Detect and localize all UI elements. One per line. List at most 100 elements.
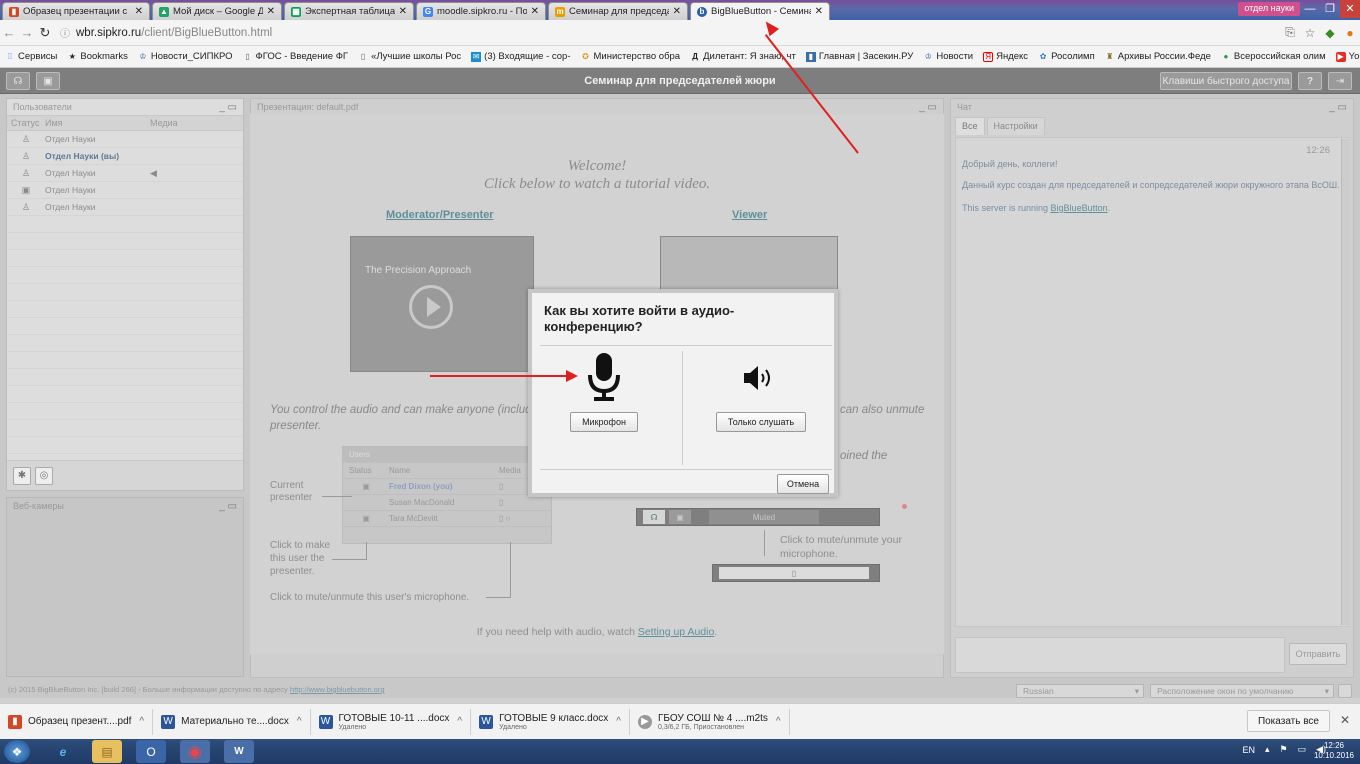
close-icon[interactable]: ✕ (815, 6, 823, 17)
bookmark-0[interactable]: ⁞⁞ Сервисы (0, 51, 62, 62)
close-icon[interactable]: ✕ (267, 6, 275, 17)
info-icon[interactable]: ⓘ (60, 25, 70, 40)
outlook-taskbar-icon[interactable]: O (136, 740, 166, 763)
listen-only-button[interactable]: Только слушать (716, 412, 806, 432)
user-row[interactable]: ▣ Отдел Науки (7, 182, 243, 199)
bookmark-star-icon[interactable]: ☆ (1300, 26, 1320, 40)
maximize-icon[interactable]: ❐ (1320, 0, 1340, 18)
chat-scrollbar[interactable] (1341, 139, 1349, 625)
bookmark-12[interactable]: ♜ Архивы России.Феде (1100, 51, 1216, 62)
user-row[interactable]: ♙ Отдел Науки ◀ (7, 165, 243, 182)
browser-tab-5[interactable]: m Семинар для председат ✕ (548, 2, 688, 20)
browser-tab-2[interactable]: ▲Мой диск – Google Диск✕ (152, 2, 282, 20)
bookmark-8[interactable]: ▮ Главная | Засекин.РУ (801, 51, 918, 62)
explorer-taskbar-icon[interactable]: ▤ (92, 740, 122, 763)
address-bar[interactable]: ⓘ wbr.sipkro.ru/client/BigBlueButton.htm… (60, 23, 1272, 43)
show-all-downloads-button[interactable]: Показать все (1246, 710, 1330, 732)
chevron-up-icon[interactable]: ^ (776, 716, 781, 727)
chevron-up-icon[interactable]: ^ (297, 716, 302, 727)
close-icon[interactable]: ✕ (135, 6, 143, 17)
taskbar-clock[interactable]: 12:26 10.10.2016 (1314, 741, 1354, 761)
layout-select[interactable]: Расположение окон по умолчанию ▾ (1150, 684, 1334, 698)
settings-button[interactable]: ✱ (13, 466, 31, 485)
shortcuts-button[interactable]: Клавиши быстрого доступа (1160, 72, 1292, 90)
bookmark-5[interactable]: ✉ (3) Входящие - сор- (466, 51, 575, 62)
forward-icon[interactable]: → (18, 25, 36, 40)
bookmark-14[interactable]: ▶YouTube (1331, 51, 1360, 62)
minimize-panel-icon[interactable]: _ ▭ (219, 501, 237, 512)
user-row[interactable]: ♙ Отдел Науки (7, 199, 243, 216)
moderator-video-thumbnail[interactable]: The Precision Approach (350, 236, 534, 372)
ie-taskbar-icon[interactable]: e (48, 740, 78, 763)
send-button[interactable]: Отправить (1289, 643, 1347, 665)
moderator-link[interactable]: Moderator/Presenter (386, 209, 494, 221)
setting-up-audio-link[interactable]: Setting up Audio (638, 626, 714, 638)
close-icon[interactable]: ✕ (399, 6, 407, 17)
user-row[interactable]: ♙ Отдел Науки (7, 131, 243, 148)
browser-tab-active[interactable]: b BigBlueButton - Семинар ✕ (690, 2, 830, 20)
browser-tab-1[interactable]: ▮ Образец презентации с ✕ (2, 2, 150, 20)
bookmark-9[interactable]: ♔ Новости (918, 51, 978, 62)
play-icon[interactable] (409, 285, 453, 329)
user-row-self[interactable]: ♙ Отдел Науки (вы) (7, 148, 243, 165)
bookmark-3[interactable]: ▯ ФГОС - Введение ФГ (238, 51, 354, 62)
logout-button[interactable]: ⇥ (1328, 72, 1352, 90)
browser-tab-4[interactable]: Gmoodle.sipkro.ru - Поис✕ (416, 2, 546, 20)
cancel-button[interactable]: Отмена (777, 474, 829, 494)
minimize-panel-icon[interactable]: _ ▭ (919, 102, 937, 113)
chat-input[interactable] (955, 637, 1285, 673)
chat-tab-all[interactable]: Все (955, 117, 985, 135)
speaker-icon[interactable] (742, 363, 776, 393)
chevron-up-icon[interactable]: ^ (139, 716, 144, 727)
language-indicator[interactable]: EN (1242, 745, 1255, 755)
close-download-bar-icon[interactable]: ✕ (1340, 713, 1350, 727)
minimize-panel-icon[interactable]: _ ▭ (1329, 102, 1347, 113)
reload-icon[interactable]: ↻ (36, 25, 54, 41)
chevron-up-icon[interactable]: ^ (616, 716, 621, 727)
bookmark-4[interactable]: ▯ «Лучшие школы Рос (353, 51, 466, 62)
bbb-site-link[interactable]: http://www.bigbluebutton.org (290, 685, 385, 694)
browser-tab-3[interactable]: ▦Экспертная таблица М✕ (284, 2, 414, 20)
apply-layout-button[interactable] (1338, 684, 1352, 698)
language-select[interactable]: Russian ▾ (1016, 684, 1144, 698)
help-button[interactable]: ? (1298, 72, 1322, 90)
chat-tab-settings[interactable]: Настройки (986, 117, 1045, 135)
start-button[interactable]: ❖ (4, 740, 30, 763)
viewer-video-thumbnail[interactable] (660, 236, 838, 292)
translate-icon[interactable]: ⎘ (1280, 25, 1300, 40)
viewer-link[interactable]: Viewer (732, 209, 767, 221)
network-icon[interactable]: ▭ (1298, 744, 1307, 755)
minimize-panel-icon[interactable]: _ ▭ (219, 102, 237, 113)
download-item[interactable]: ▮ Образец презент....pdf ^ (0, 708, 154, 735)
download-item[interactable]: W ГОТОВЫЕ 10-11 ....docx Удалено ^ (311, 708, 472, 735)
close-window-icon[interactable]: ✕ (1340, 0, 1360, 18)
bookmark-1[interactable]: ★ Bookmarks (62, 51, 133, 62)
col-media[interactable]: Медиа (150, 118, 210, 128)
profile-chip[interactable]: отдел науки (1238, 2, 1300, 16)
microphone-button[interactable]: Микрофон (570, 412, 638, 432)
back-icon[interactable]: ← (0, 25, 18, 40)
microphone-icon[interactable] (586, 353, 622, 403)
minimize-icon[interactable]: — (1300, 0, 1320, 18)
close-icon[interactable]: ✕ (531, 6, 539, 17)
download-item[interactable]: ▶ ГБОУ СОШ № 4 ....m2ts 0,3/6,2 ГБ, Приост… (630, 708, 790, 735)
extension-icon[interactable]: ◆ (1320, 26, 1340, 40)
bookmark-13[interactable]: ● Всероссийская олим (1216, 51, 1331, 62)
bookmark-2[interactable]: ♔ Новости_СИПКРО (133, 51, 238, 62)
flag-icon[interactable]: ⚑ (1279, 744, 1287, 755)
extension-2-icon[interactable]: ● (1340, 26, 1360, 40)
col-status[interactable]: Статус (7, 118, 45, 128)
download-item[interactable]: W ГОТОВЫЕ 9 класс.docx Удалено ^ (471, 708, 630, 735)
bookmark-6[interactable]: ✪ Министерство обра (576, 51, 686, 62)
bookmark-11[interactable]: ✿ Росолимп (1033, 51, 1100, 62)
chrome-taskbar-icon[interactable]: ◉ (180, 740, 210, 763)
bookmark-10[interactable]: Я Яндекс (978, 51, 1033, 62)
download-item[interactable]: W Материально те....docx ^ (153, 708, 311, 735)
status-button[interactable]: ◎ (35, 466, 53, 485)
word-taskbar-icon[interactable]: W (224, 740, 254, 763)
chevron-up-icon[interactable]: ^ (457, 716, 462, 727)
tray-up-icon[interactable]: ▴ (1265, 744, 1270, 755)
bigbluebutton-link[interactable]: BigBlueButton (1051, 203, 1108, 213)
close-icon[interactable]: ✕ (673, 6, 681, 17)
col-name[interactable]: Имя (45, 118, 150, 128)
